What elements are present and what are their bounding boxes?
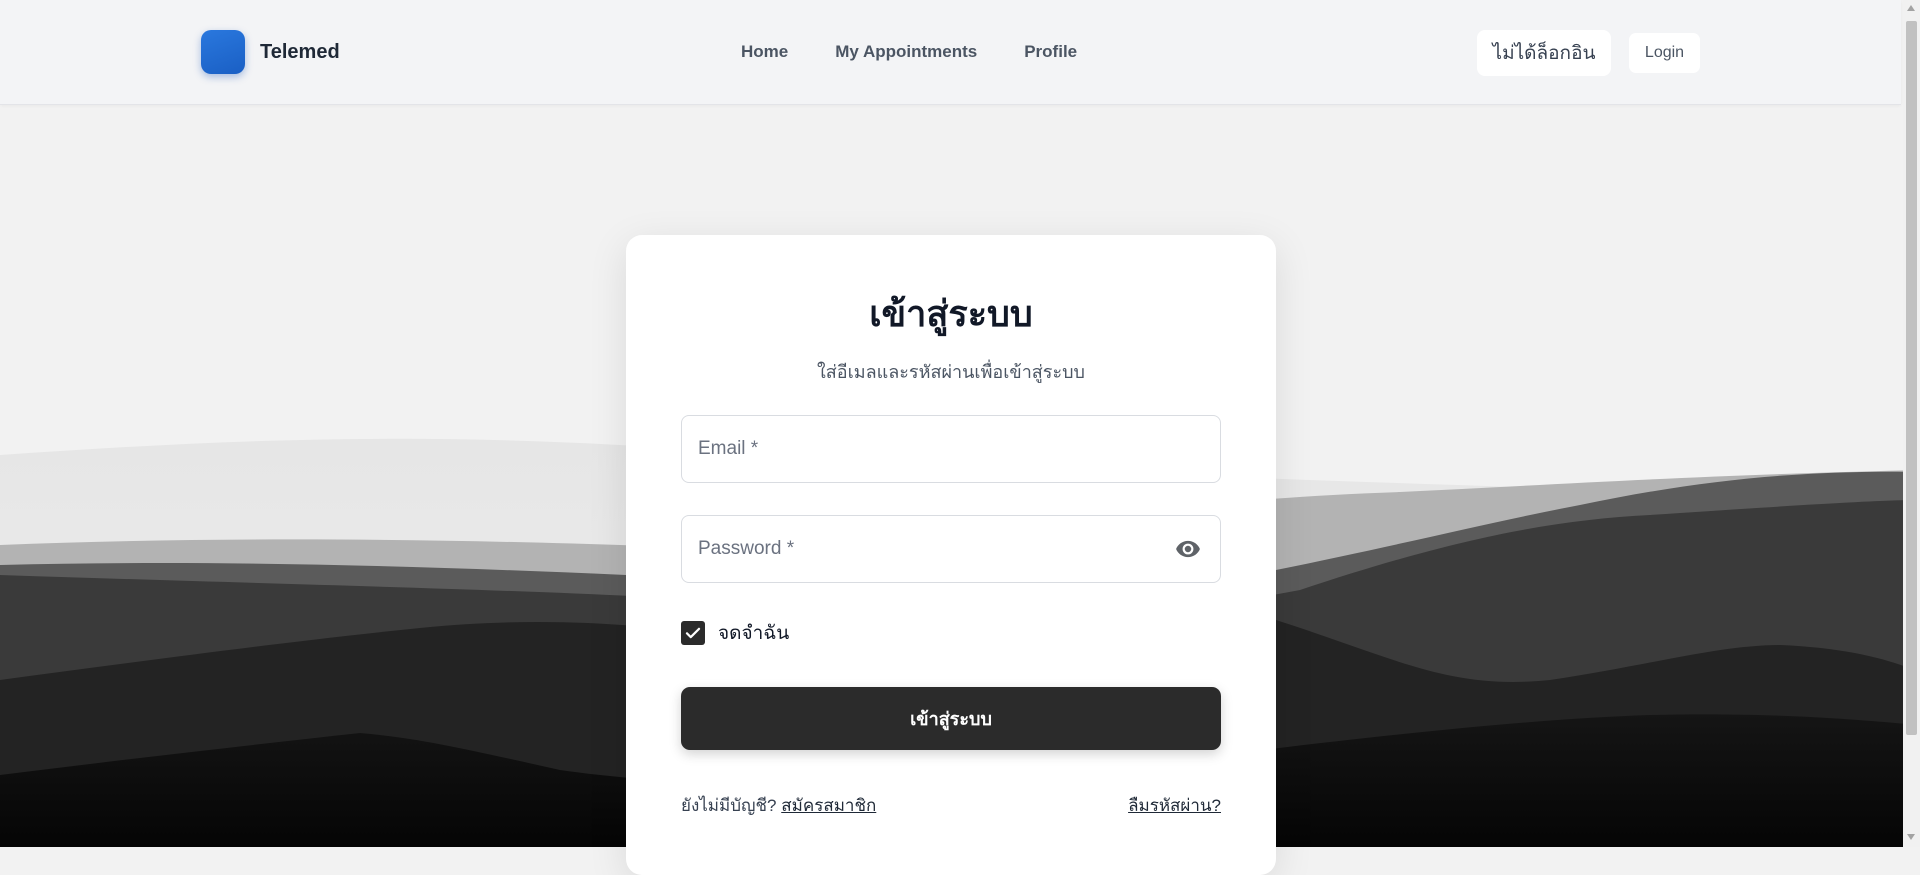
app-logo-icon — [201, 30, 245, 74]
login-card: เข้าสู่ระบบ ใส่อีเมลและรหัสผ่านเพื่อเข้า… — [626, 235, 1276, 875]
scroll-down-icon[interactable] — [1907, 834, 1915, 840]
remember-me-checkbox[interactable] — [681, 621, 705, 645]
password-input[interactable] — [682, 516, 1220, 582]
signup-link[interactable]: สมัครสมาชิก — [781, 796, 876, 815]
scroll-thumb[interactable] — [1906, 21, 1917, 735]
nav-link-profile[interactable]: Profile — [1024, 42, 1077, 62]
main-nav: Home My Appointments Profile — [741, 42, 1124, 62]
signup-prompt: ยังไม่มีบัญชี? สมัครสมาชิก — [681, 792, 876, 819]
login-title: เข้าสู่ระบบ — [869, 293, 1033, 334]
scroll-up-icon[interactable] — [1907, 5, 1915, 11]
eye-icon[interactable] — [1174, 536, 1202, 562]
email-input[interactable] — [682, 416, 1220, 482]
remember-me-option[interactable]: จดจำฉัน — [681, 618, 789, 648]
email-field-wrapper — [681, 415, 1221, 483]
brand-name: Telemed — [260, 40, 340, 63]
login-subtitle: ใส่อีเมลและรหัสผ่านเพื่อเข้าสู่ระบบ — [817, 362, 1085, 382]
login-button[interactable]: Login — [1629, 33, 1700, 73]
forgot-password-link[interactable]: ลืมรหัสผ่าน? — [1128, 792, 1221, 819]
brand[interactable]: Telemed — [201, 30, 340, 74]
remember-me-label: จดจำฉัน — [718, 623, 790, 644]
password-field-wrapper — [681, 515, 1221, 583]
no-account-text: ยังไม่มีบัญชี? — [681, 796, 777, 815]
page-scrollbar[interactable] — [1903, 0, 1920, 847]
login-status-badge: ไม่ได้ล็อกอิน — [1477, 30, 1611, 76]
nav-link-home[interactable]: Home — [741, 42, 788, 62]
submit-login-button[interactable]: เข้าสู่ระบบ — [681, 687, 1221, 750]
checkmark-icon — [685, 627, 701, 639]
nav-link-my-appointments[interactable]: My Appointments — [835, 42, 977, 62]
top-navbar: Telemed Home My Appointments Profile ไม่… — [0, 0, 1901, 105]
